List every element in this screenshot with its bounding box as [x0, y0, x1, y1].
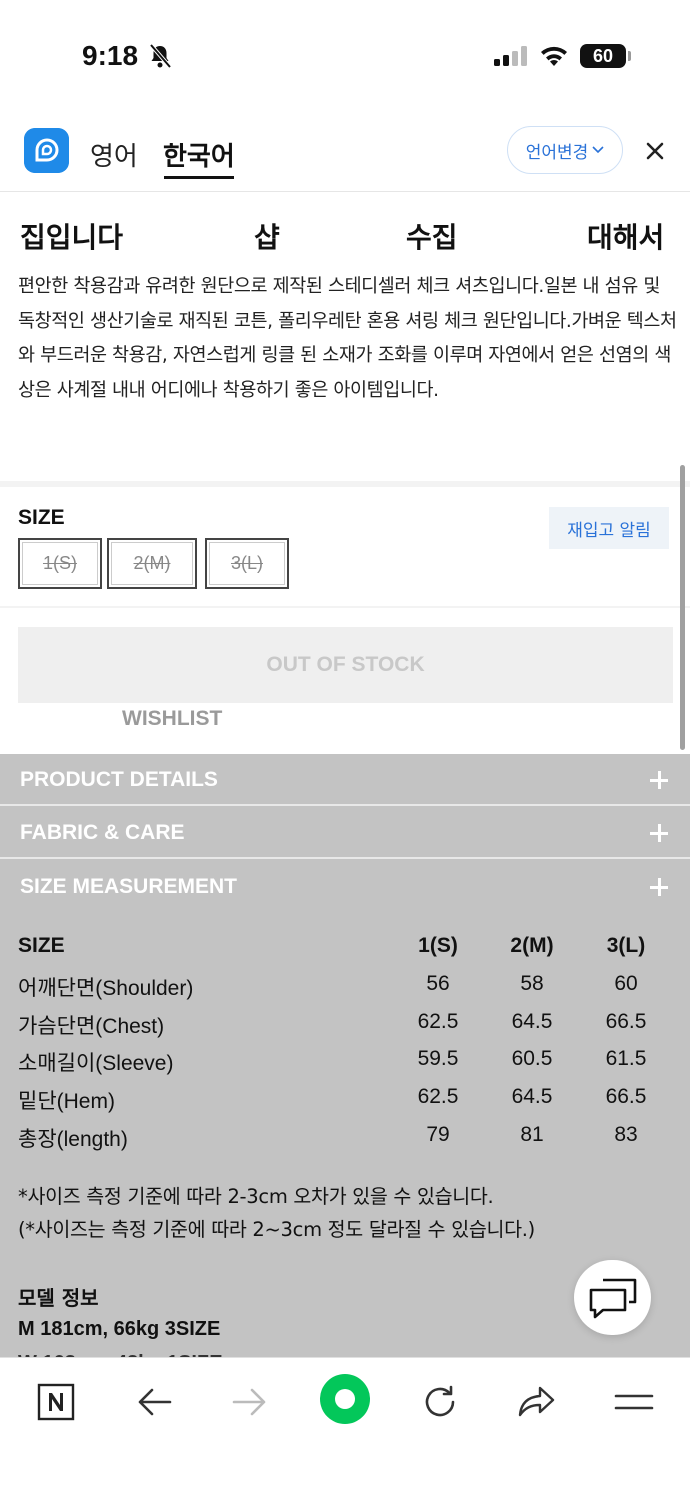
table-row: 총장(length) 79 81 83 — [0, 1119, 690, 1157]
size-option-m[interactable]: 2(M) — [107, 538, 197, 589]
close-icon[interactable] — [642, 138, 668, 164]
accordion-fabric-care[interactable]: FABRIC & CARE — [0, 807, 690, 859]
size-option-s[interactable]: 1(S) — [18, 538, 102, 589]
plus-icon — [650, 877, 670, 897]
tab-korean[interactable]: 한국어 — [163, 136, 235, 173]
naver-n-icon — [37, 1383, 75, 1421]
accordion-title: FABRIC & CARE — [20, 821, 185, 844]
active-tab-indicator — [164, 176, 234, 179]
table-header-row: SIZE 1(S) 2(M) 3(L) — [0, 930, 690, 968]
table-cell: 62.5 — [417, 1010, 459, 1033]
chat-bubbles-icon — [589, 1278, 636, 1318]
product-description: 편안한 착용감과 유려한 원단으로 제작된 스테디셀러 체크 셔츠입니다.일본 … — [18, 276, 677, 401]
table-cell: 61.5 — [605, 1047, 647, 1070]
table-cell: 밑단(Hem) — [18, 1090, 115, 1113]
share-button[interactable] — [514, 1380, 558, 1424]
translated-headline: 집입니다 샵 수집 대해서 — [0, 216, 690, 256]
table-header-cell: 2(M) — [510, 934, 554, 957]
wifi-icon — [541, 46, 567, 66]
reload-button[interactable] — [418, 1380, 462, 1424]
forward-button[interactable] — [228, 1380, 272, 1424]
table-row: 어깨단면(Shoulder) 56 58 60 — [0, 968, 690, 1006]
change-language-button[interactable]: 언어변경 — [507, 126, 623, 174]
hamburger-menu-icon — [614, 1394, 654, 1410]
plus-icon — [650, 823, 670, 843]
papago-logo-icon[interactable] — [24, 128, 69, 173]
back-button[interactable] — [132, 1380, 176, 1424]
size-note: *사이즈 측정 기준에 따라 2-3cm 오차가 있을 수 있습니다. — [18, 1185, 494, 1208]
table-cell: 56 — [426, 972, 450, 995]
status-bar: 9:18 60 — [0, 0, 690, 110]
table-cell: 66.5 — [605, 1010, 647, 1033]
chevron-down-icon — [592, 146, 604, 154]
model-info-line: M 181cm, 66kg 3SIZE — [18, 1318, 221, 1340]
table-row: 소매길이(Sleeve) 59.5 60.5 61.5 — [0, 1043, 690, 1081]
size-label: SIZE — [18, 506, 65, 529]
battery-indicator: 60 — [580, 44, 626, 68]
table-cell: 소매길이(Sleeve) — [18, 1052, 174, 1075]
reload-icon — [425, 1385, 455, 1417]
headline-word: 샵 — [254, 221, 280, 254]
table-cell: 79 — [426, 1123, 450, 1146]
translate-bar: 영어 한국어 언어변경 — [0, 110, 690, 192]
change-language-label: 언어변경 — [525, 142, 589, 163]
size-option-l[interactable]: 3(L) — [205, 538, 289, 589]
table-cell: 62.5 — [417, 1085, 459, 1108]
accordion-size-measurement[interactable]: SIZE MEASUREMENT — [0, 861, 690, 913]
arrow-left-icon — [138, 1388, 172, 1416]
table-cell: 58 — [520, 972, 544, 995]
table-cell: 81 — [520, 1123, 544, 1146]
table-cell: 총장(length) — [18, 1128, 128, 1151]
accordion-title: SIZE MEASUREMENT — [20, 875, 238, 898]
table-header-cell: 3(L) — [606, 934, 646, 957]
table-row: 밑단(Hem) 62.5 64.5 66.5 — [0, 1081, 690, 1119]
headline-word: 집입니다 — [20, 221, 124, 254]
table-cell: 66.5 — [605, 1085, 647, 1108]
table-cell: 59.5 — [417, 1047, 459, 1070]
size-note-translated: (*사이즈는 측정 기준에 따라 2~3cm 정도 달라질 수 있습니다.) — [18, 1218, 535, 1241]
scrollbar[interactable] — [680, 465, 685, 750]
battery-cap — [628, 51, 631, 61]
menu-button[interactable] — [612, 1380, 656, 1424]
section-divider — [0, 606, 690, 608]
accordion-title: PRODUCT DETAILS — [20, 768, 218, 791]
out-of-stock-button[interactable]: OUT OF STOCK — [18, 627, 673, 703]
bell-off-icon — [149, 43, 172, 69]
headline-word: 수집 — [406, 221, 458, 254]
accordion-product-details[interactable]: PRODUCT DETAILS — [0, 754, 690, 806]
green-dot-button[interactable] — [318, 1372, 372, 1426]
table-cell: 어깨단면(Shoulder) — [18, 977, 194, 1000]
green-dot-icon — [320, 1374, 370, 1424]
headline-word: 대해서 — [587, 221, 665, 254]
table-cell: 64.5 — [511, 1085, 553, 1108]
signal-icon — [494, 46, 527, 66]
table-header-cell: SIZE — [18, 934, 65, 957]
model-info-title: 모델 정보 — [18, 1286, 99, 1310]
section-divider — [0, 481, 690, 487]
chat-button[interactable] — [574, 1260, 651, 1335]
table-row: 가슴단면(Chest) 62.5 64.5 66.5 — [0, 1006, 690, 1044]
table-cell: 60.5 — [511, 1047, 553, 1070]
naver-home-button[interactable] — [34, 1380, 78, 1424]
table-header-cell: 1(S) — [418, 934, 458, 957]
table-cell: 60 — [614, 972, 638, 995]
table-cell: 가슴단면(Chest) — [18, 1015, 165, 1038]
table-cell: 83 — [614, 1123, 638, 1146]
wishlist-button[interactable]: WISHLIST — [122, 707, 222, 731]
status-time: 9:18 — [82, 40, 139, 71]
share-arrow-icon — [518, 1386, 555, 1417]
browser-toolbar — [0, 1357, 690, 1500]
plus-icon — [650, 770, 670, 790]
arrow-right-icon — [232, 1388, 266, 1416]
tab-english[interactable]: 영어 — [90, 136, 138, 173]
table-cell: 64.5 — [511, 1010, 553, 1033]
restock-alert-button[interactable]: 재입고 알림 — [549, 507, 669, 549]
